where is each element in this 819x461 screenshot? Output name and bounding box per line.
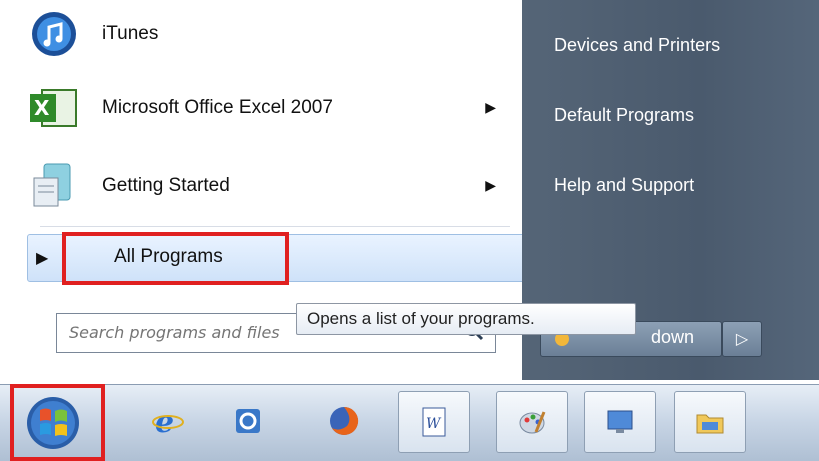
menu-item-label: Microsoft Office Excel 2007 (102, 97, 333, 118)
remote-desktop-icon[interactable] (584, 391, 656, 453)
submenu-arrow-icon: ▶ (485, 100, 496, 116)
menu-item-getting-started[interactable]: Getting Started ▶ (26, 154, 520, 218)
paint-icon[interactable] (496, 391, 568, 453)
app-icon[interactable] (218, 391, 278, 451)
highlight-box (10, 384, 105, 461)
start-menu-screen: iTunes X Microsoft Office Excel 2007 ▶ G… (0, 0, 819, 461)
link-help-and-support[interactable]: Help and Support (554, 175, 694, 196)
divider (40, 226, 510, 227)
windows-explorer-icon[interactable] (674, 391, 746, 453)
excel-icon: X (26, 80, 82, 136)
menu-item-label: iTunes (102, 23, 159, 44)
menu-item-itunes[interactable]: iTunes (26, 2, 520, 66)
submenu-arrow-icon: ▶ (485, 178, 496, 194)
internet-explorer-icon[interactable]: e (138, 391, 198, 451)
shut-down-label: down (651, 327, 695, 347)
link-devices-and-printers[interactable]: Devices and Printers (554, 35, 720, 56)
link-default-programs[interactable]: Default Programs (554, 105, 694, 126)
shut-down-options-button[interactable]: ▷ (722, 321, 762, 357)
menu-item-excel[interactable]: X Microsoft Office Excel 2007 ▶ (26, 76, 520, 140)
tooltip: Opens a list of your programs. (296, 303, 636, 335)
menu-item-label: Getting Started (102, 175, 230, 196)
svg-text:W: W (426, 416, 442, 432)
svg-text:e: e (155, 405, 174, 438)
firefox-icon[interactable] (314, 391, 374, 451)
highlight-box (62, 232, 289, 285)
triangle-right-icon: ▶ (36, 248, 49, 267)
itunes-icon (26, 6, 82, 62)
getting-started-icon (26, 158, 82, 214)
word-icon[interactable]: W (398, 391, 470, 453)
taskbar: e W (0, 384, 819, 461)
svg-text:X: X (34, 96, 50, 120)
